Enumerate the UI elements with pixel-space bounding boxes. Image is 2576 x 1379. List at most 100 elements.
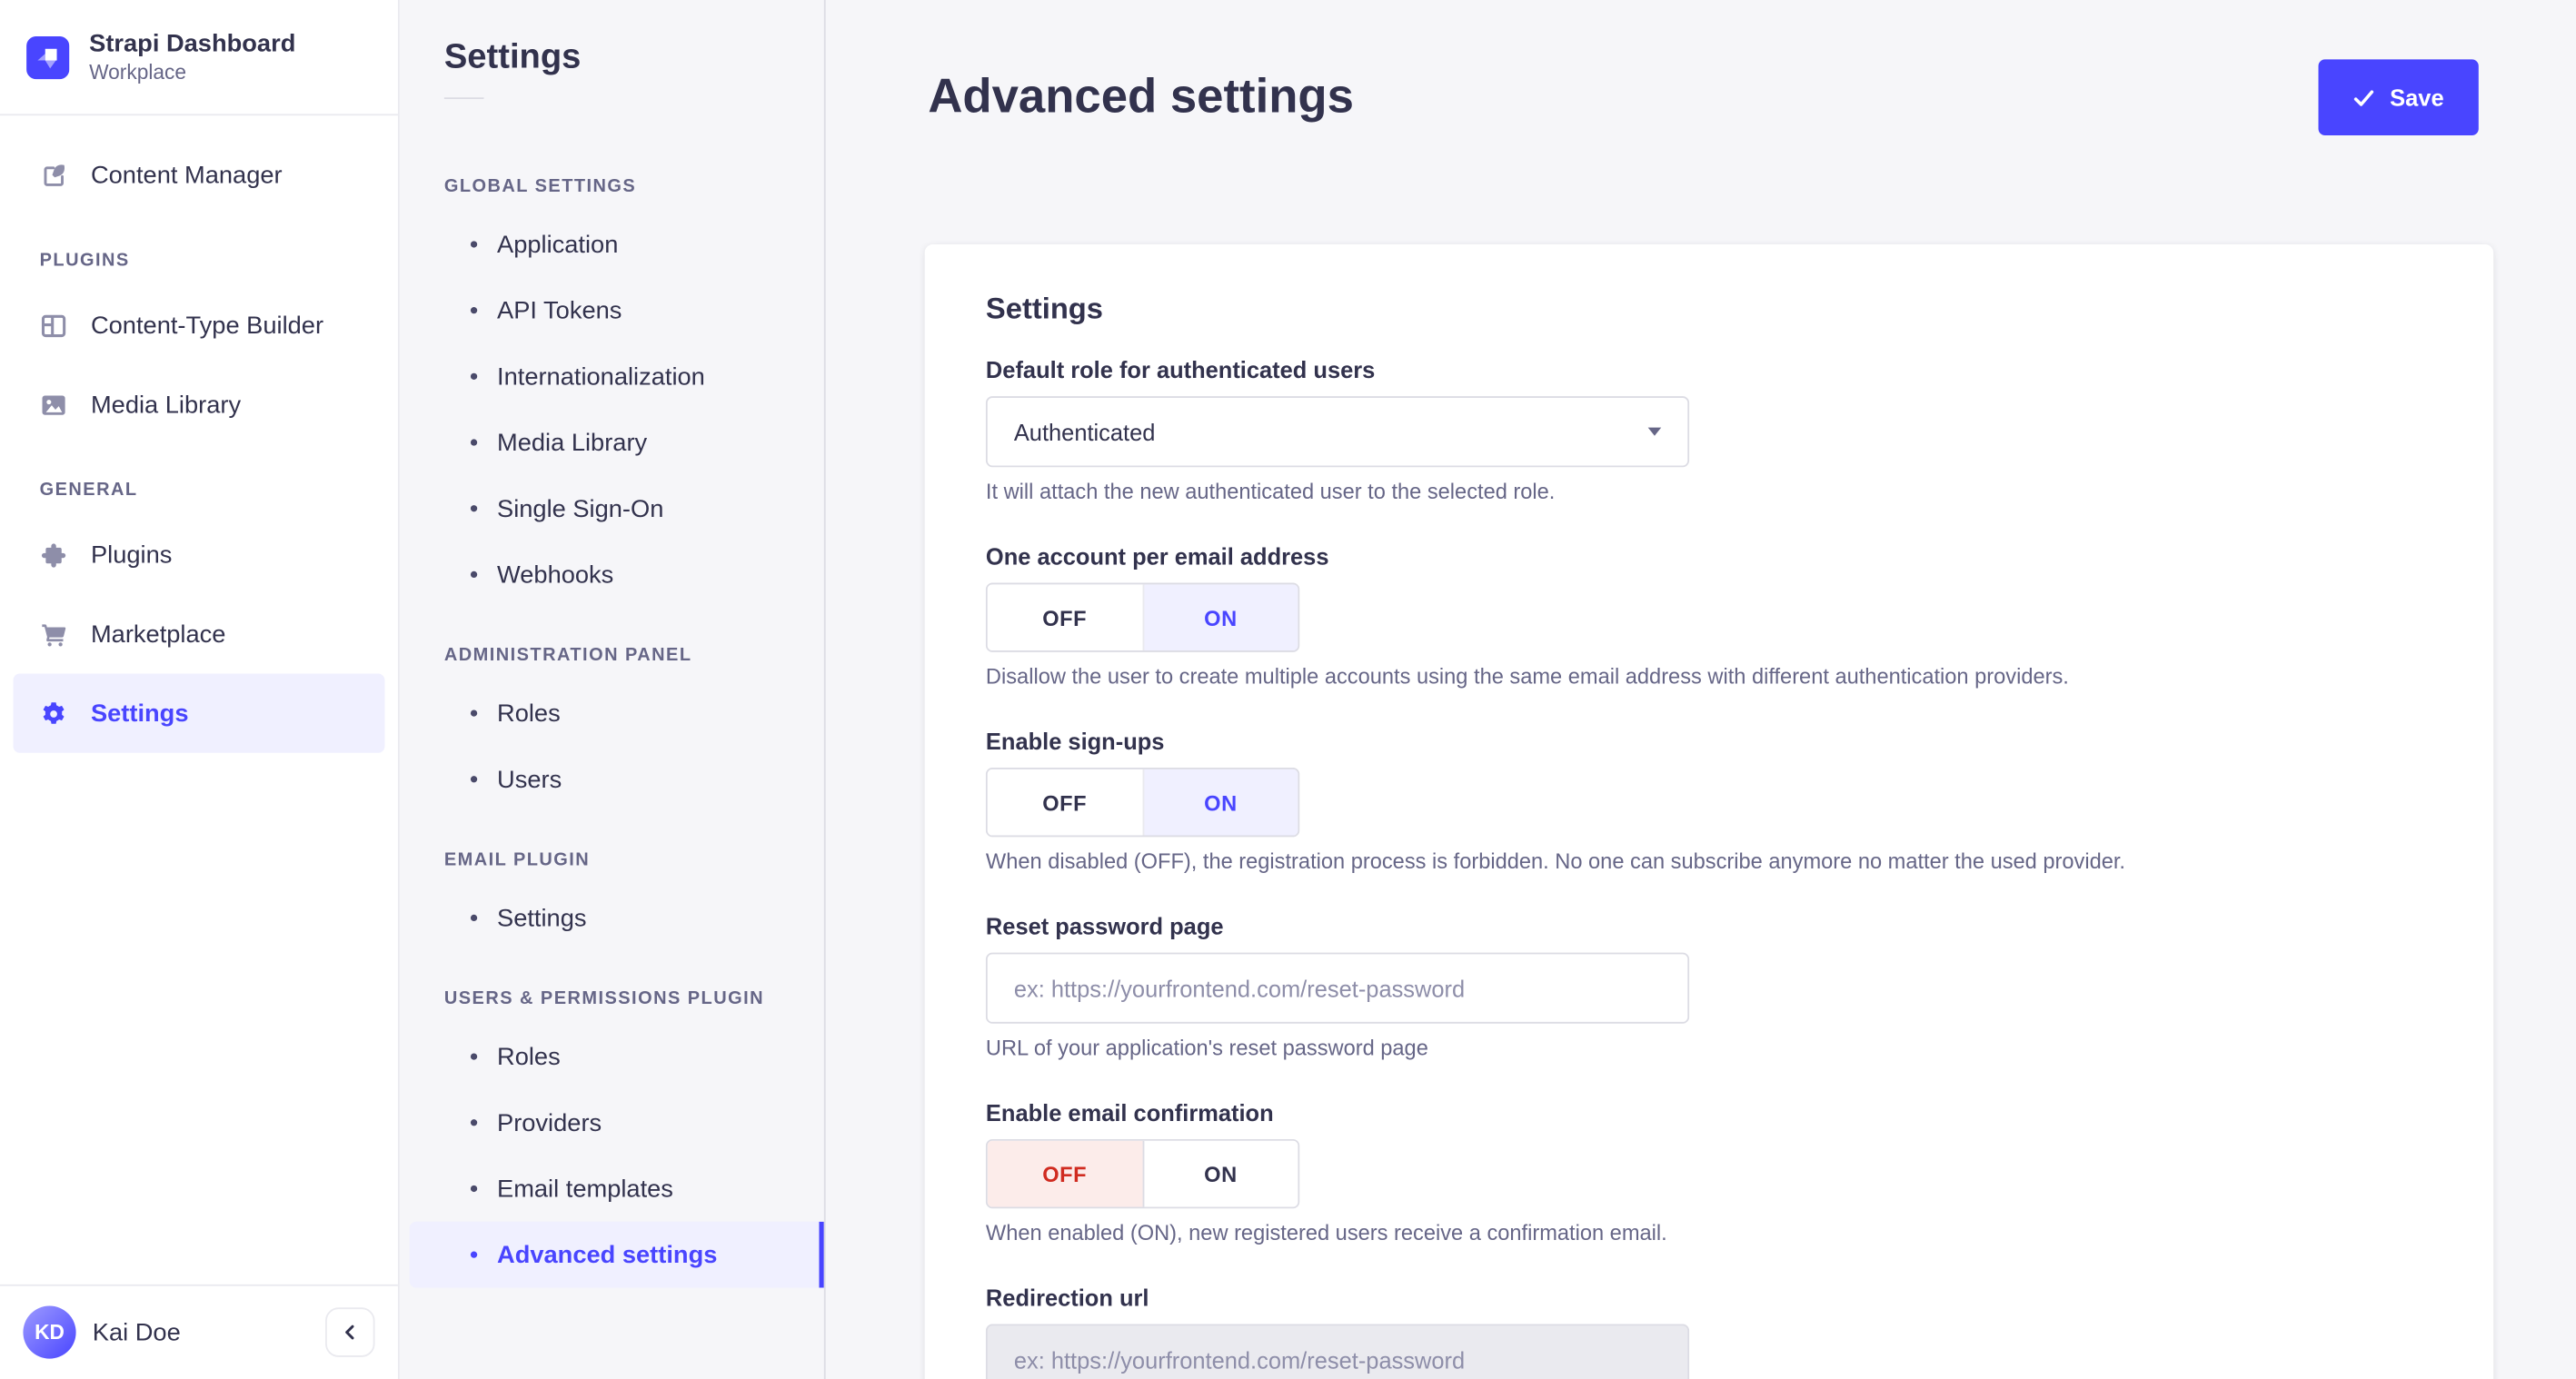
subnav-item-label: Roles — [497, 699, 561, 728]
field-default-role: Default role for authenticated users Aut… — [985, 356, 2432, 506]
sidebar-item-marketplace[interactable]: Marketplace — [14, 594, 385, 673]
subnav-item-single-sign-on[interactable]: Single Sign-On — [400, 475, 824, 541]
toggle-off-button[interactable]: OFF — [987, 1140, 1142, 1207]
field-label: Redirection url — [985, 1284, 1149, 1311]
chevron-left-icon — [345, 1324, 354, 1340]
toggle-off-button[interactable]: OFF — [987, 769, 1142, 836]
brand-text: Strapi Dashboard Workplace — [89, 29, 295, 85]
field-label: Reset password page — [985, 912, 1224, 940]
subnav-item-up-roles[interactable]: Roles — [400, 1024, 824, 1090]
subnav-item-label: Internationalization — [497, 362, 705, 391]
toggle-on-button[interactable]: ON — [1141, 1140, 1298, 1207]
page-title: Advanced settings — [928, 71, 1354, 124]
content-type-builder-icon — [40, 312, 68, 340]
sidebar-item-label: Content Manager — [90, 161, 283, 190]
reset-password-input[interactable] — [985, 952, 1690, 1024]
save-button[interactable]: Save — [2319, 59, 2479, 136]
field-enable-signups: Enable sign-ups OFF ON When disabled (OF… — [985, 728, 2432, 875]
subnav-section-administration-panel: ADMINISTRATION PANEL — [443, 645, 692, 666]
content-manager-icon — [40, 161, 68, 189]
workspace-switcher[interactable]: Strapi Dashboard Workplace — [0, 0, 398, 116]
subnav-item-admin-users[interactable]: Users — [400, 746, 824, 812]
settings-subnav: Settings GLOBAL SETTINGS Application API… — [399, 0, 826, 1379]
subnav-item-internationalization[interactable]: Internationalization — [400, 343, 824, 410]
field-label: Default role for authenticated users — [985, 356, 1376, 383]
subnav-item-advanced-settings[interactable]: Advanced settings — [409, 1221, 824, 1288]
main-sidebar: Strapi Dashboard Workplace Content Manag… — [0, 0, 400, 1379]
enable-signups-toggle: OFF ON — [985, 768, 1300, 838]
media-library-icon — [40, 391, 68, 419]
subnav-item-providers[interactable]: Providers — [400, 1089, 824, 1156]
bullet-icon — [470, 1251, 478, 1258]
bullet-icon — [470, 570, 478, 579]
bullet-icon — [470, 241, 478, 248]
toggle-off-button[interactable]: OFF — [987, 584, 1142, 651]
subnav-divider — [443, 97, 484, 100]
main-content: Advanced settings Save Settings Default … — [826, 0, 2576, 1379]
sidebar-item-label: Marketplace — [90, 620, 226, 649]
sidebar-item-label: Plugins — [90, 541, 173, 570]
app-title: Strapi Dashboard — [89, 28, 296, 57]
check-icon — [2354, 89, 2374, 105]
sidebar-item-settings[interactable]: Settings — [13, 673, 385, 753]
save-button-label: Save — [2390, 84, 2444, 111]
bullet-icon — [470, 1185, 478, 1193]
subnav-item-email-templates[interactable]: Email templates — [400, 1156, 824, 1222]
subnav-item-label: Roles — [497, 1042, 561, 1071]
bullet-icon — [470, 439, 478, 446]
sidebar-item-content-manager[interactable]: Content Manager — [14, 135, 385, 214]
subnav-section-users-permissions-plugin: USERS & PERMISSIONS PLUGIN — [443, 988, 765, 1009]
sidebar-section-plugins: PLUGINS — [39, 251, 130, 272]
default-role-select[interactable]: Authenticated — [985, 396, 1690, 468]
subnav-item-label: Settings — [497, 903, 587, 932]
chevron-down-icon — [1647, 427, 1662, 436]
field-one-account: One account per email address OFF ON Dis… — [985, 542, 2432, 690]
subnav-item-label: Media Library — [497, 428, 648, 457]
field-hint: When enabled (ON), new registered users … — [985, 1219, 1667, 1245]
settings-card: Settings Default role for authenticated … — [924, 243, 2494, 1379]
field-hint: When disabled (OFF), the registration pr… — [985, 848, 2126, 874]
sidebar-item-label: Media Library — [90, 390, 242, 419]
gear-icon — [40, 699, 68, 728]
field-hint: URL of your application's reset password… — [985, 1035, 1428, 1060]
field-label: One account per email address — [985, 542, 1329, 570]
avatar[interactable]: KD — [23, 1305, 76, 1359]
select-value: Authenticated — [1013, 418, 1156, 445]
redirection-url-input — [985, 1324, 1690, 1379]
collapse-sidebar-button[interactable] — [325, 1307, 375, 1357]
subnav-item-label: Webhooks — [497, 560, 614, 589]
subnav-item-api-tokens[interactable]: API Tokens — [400, 277, 824, 343]
subnav-item-label: Email templates — [497, 1175, 673, 1203]
subnav-item-email-settings[interactable]: Settings — [400, 885, 824, 951]
bullet-icon — [470, 1119, 478, 1126]
puzzle-icon — [40, 541, 68, 569]
subnav-item-admin-roles[interactable]: Roles — [400, 680, 824, 747]
card-title: Settings — [985, 292, 1103, 326]
sidebar-item-media-library[interactable]: Media Library — [14, 365, 385, 444]
subnav-item-media-library[interactable]: Media Library — [400, 410, 824, 476]
subnav-item-label: Single Sign-On — [497, 494, 664, 523]
bullet-icon — [470, 709, 478, 717]
sidebar-item-label: Settings — [90, 699, 189, 728]
strapi-logo-icon — [26, 35, 70, 79]
sidebar-item-plugins[interactable]: Plugins — [14, 515, 385, 594]
sidebar-item-content-type-builder[interactable]: Content-Type Builder — [14, 285, 385, 364]
sidebar-nav-list: Content Manager PLUGINS Content-Type Bui… — [0, 115, 398, 1284]
bullet-icon — [470, 776, 478, 783]
cart-icon — [40, 620, 68, 648]
subnav-title: Settings — [443, 37, 582, 76]
toggle-on-button[interactable]: ON — [1141, 769, 1298, 836]
sidebar-section-general: GENERAL — [39, 480, 138, 501]
email-confirmation-toggle: OFF ON — [985, 1138, 1300, 1209]
one-account-toggle: OFF ON — [985, 582, 1300, 652]
subnav-item-webhooks[interactable]: Webhooks — [400, 541, 824, 608]
subnav-item-label: Application — [497, 230, 619, 259]
subnav-item-application[interactable]: Application — [400, 212, 824, 278]
sidebar-footer: KD Kai Doe — [0, 1283, 398, 1379]
bullet-icon — [470, 372, 478, 380]
workspace-name: Workplace — [89, 60, 187, 84]
toggle-on-button[interactable]: ON — [1141, 584, 1298, 651]
field-label: Enable email confirmation — [985, 1099, 1274, 1126]
bullet-icon — [470, 505, 478, 512]
field-redirection-url: Redirection url — [985, 1284, 2432, 1379]
